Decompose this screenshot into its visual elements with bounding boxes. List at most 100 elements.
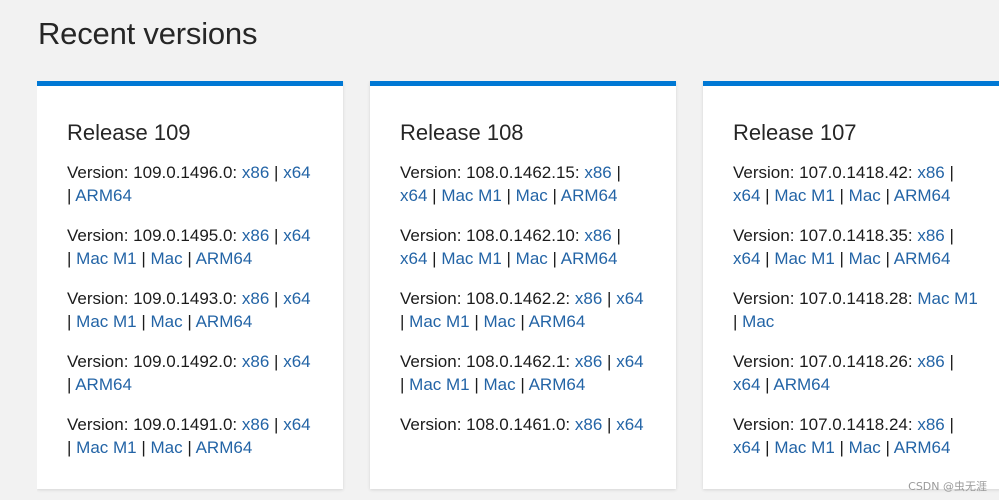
link-separator: | bbox=[141, 249, 146, 268]
link-separator: | bbox=[67, 312, 72, 331]
release-title: Release 109 bbox=[67, 120, 191, 145]
download-link-x64[interactable]: x64 bbox=[616, 352, 643, 371]
download-link-arm64[interactable]: ARM64 bbox=[561, 186, 618, 205]
download-link-arm64[interactable]: ARM64 bbox=[894, 438, 951, 457]
download-link-x86[interactable]: x86 bbox=[917, 163, 944, 182]
download-link-arm64[interactable]: ARM64 bbox=[529, 375, 586, 394]
link-separator: | bbox=[765, 375, 770, 394]
download-link-mac[interactable]: Mac bbox=[516, 249, 548, 268]
download-link-mac[interactable]: Mac bbox=[516, 186, 548, 205]
link-separator: | bbox=[839, 186, 844, 205]
download-link-mac-m1[interactable]: Mac M1 bbox=[76, 438, 136, 457]
download-link-x64[interactable]: x64 bbox=[616, 415, 643, 434]
download-link-arm64[interactable]: ARM64 bbox=[75, 375, 132, 394]
download-link-x64[interactable]: x64 bbox=[616, 289, 643, 308]
version-prefix: Version: bbox=[400, 289, 467, 308]
download-link-x64[interactable]: x64 bbox=[733, 375, 760, 394]
version-prefix: Version: bbox=[733, 163, 800, 182]
version-number: 108.0.1462.1 bbox=[466, 352, 566, 371]
link-separator: | bbox=[839, 249, 844, 268]
release-title: Release 108 bbox=[400, 120, 524, 145]
download-link-x64[interactable]: x64 bbox=[733, 186, 760, 205]
link-separator: | bbox=[949, 415, 954, 434]
download-link-x86[interactable]: x86 bbox=[575, 415, 602, 434]
download-link-arm64[interactable]: ARM64 bbox=[773, 375, 830, 394]
download-link-x64[interactable]: x64 bbox=[733, 249, 760, 268]
download-link-x86[interactable]: x86 bbox=[242, 226, 269, 245]
download-link-arm64[interactable]: ARM64 bbox=[196, 249, 253, 268]
download-link-mac-m1[interactable]: Mac M1 bbox=[774, 186, 834, 205]
link-separator: | bbox=[885, 438, 890, 457]
download-link-mac-m1[interactable]: Mac M1 bbox=[76, 249, 136, 268]
download-link-arm64[interactable]: ARM64 bbox=[894, 186, 951, 205]
link-separator: | bbox=[765, 438, 770, 457]
version-prefix: Version: bbox=[733, 226, 800, 245]
download-link-mac-m1[interactable]: Mac M1 bbox=[774, 249, 834, 268]
link-separator: | bbox=[400, 312, 405, 331]
version-number: 108.0.1462.2 bbox=[466, 289, 566, 308]
release-card-109: Release 109 Version: 109.0.1496.0: x86 |… bbox=[37, 81, 343, 489]
download-link-mac[interactable]: Mac bbox=[849, 186, 881, 205]
download-link-mac[interactable]: Mac bbox=[151, 312, 183, 331]
link-separator: | bbox=[474, 312, 479, 331]
version-prefix: Version: bbox=[67, 289, 134, 308]
download-link-x64[interactable]: x64 bbox=[283, 163, 310, 182]
download-link-x86[interactable]: x86 bbox=[242, 415, 269, 434]
download-link-x86[interactable]: x86 bbox=[917, 415, 944, 434]
download-link-arm64[interactable]: ARM64 bbox=[196, 312, 253, 331]
download-link-mac-m1[interactable]: Mac M1 bbox=[917, 289, 977, 308]
download-link-mac[interactable]: Mac bbox=[151, 438, 183, 457]
download-link-x64[interactable]: x64 bbox=[400, 186, 427, 205]
download-link-mac[interactable]: Mac bbox=[742, 312, 774, 331]
download-link-x64[interactable]: x64 bbox=[283, 226, 310, 245]
release-cards: Release 109 Version: 109.0.1496.0: x86 |… bbox=[37, 81, 999, 500]
download-link-arm64[interactable]: ARM64 bbox=[561, 249, 618, 268]
download-link-x64[interactable]: x64 bbox=[283, 289, 310, 308]
link-separator: | bbox=[274, 352, 279, 371]
download-link-x64[interactable]: x64 bbox=[283, 352, 310, 371]
download-link-arm64[interactable]: ARM64 bbox=[894, 249, 951, 268]
link-separator: | bbox=[607, 289, 612, 308]
download-link-mac[interactable]: Mac bbox=[484, 375, 516, 394]
download-link-mac-m1[interactable]: Mac M1 bbox=[76, 312, 136, 331]
download-link-arm64[interactable]: ARM64 bbox=[529, 312, 586, 331]
download-link-mac[interactable]: Mac bbox=[849, 438, 881, 457]
download-link-x86[interactable]: x86 bbox=[242, 163, 269, 182]
download-link-x86[interactable]: x86 bbox=[584, 163, 611, 182]
download-link-x86[interactable]: x86 bbox=[242, 289, 269, 308]
download-link-x64[interactable]: x64 bbox=[283, 415, 310, 434]
download-link-mac[interactable]: Mac bbox=[849, 249, 881, 268]
download-link-x86[interactable]: x86 bbox=[575, 352, 602, 371]
version-prefix: Version: bbox=[400, 163, 467, 182]
download-link-mac-m1[interactable]: Mac M1 bbox=[774, 438, 834, 457]
download-link-x86[interactable]: x86 bbox=[917, 352, 944, 371]
version-prefix: Version: bbox=[67, 226, 134, 245]
download-link-x86[interactable]: x86 bbox=[242, 352, 269, 371]
version-number: 109.0.1495.0 bbox=[133, 226, 233, 245]
download-link-mac[interactable]: Mac bbox=[151, 249, 183, 268]
download-link-mac-m1[interactable]: Mac M1 bbox=[441, 186, 501, 205]
download-link-mac-m1[interactable]: Mac M1 bbox=[441, 249, 501, 268]
version-prefix: Version: bbox=[67, 352, 134, 371]
download-link-x64[interactable]: x64 bbox=[733, 438, 760, 457]
download-link-mac[interactable]: Mac bbox=[484, 312, 516, 331]
link-separator: | bbox=[839, 438, 844, 457]
download-link-arm64[interactable]: ARM64 bbox=[75, 186, 132, 205]
download-link-x64[interactable]: x64 bbox=[400, 249, 427, 268]
version-number: 109.0.1493.0 bbox=[133, 289, 233, 308]
version-item: Version: 107.0.1418.42: x86 | x64 | Mac … bbox=[733, 163, 954, 205]
download-link-x86[interactable]: x86 bbox=[575, 289, 602, 308]
release-title: Release 107 bbox=[733, 120, 857, 145]
link-separator: | bbox=[506, 249, 511, 268]
download-link-x86[interactable]: x86 bbox=[917, 226, 944, 245]
version-number: 108.0.1462.15 bbox=[466, 163, 575, 182]
link-separator: | bbox=[187, 438, 192, 457]
version-number: 107.0.1418.24 bbox=[799, 415, 908, 434]
download-link-x86[interactable]: x86 bbox=[584, 226, 611, 245]
link-separator: | bbox=[506, 186, 511, 205]
download-link-mac-m1[interactable]: Mac M1 bbox=[409, 312, 469, 331]
link-separator: | bbox=[949, 352, 954, 371]
download-link-arm64[interactable]: ARM64 bbox=[196, 438, 253, 457]
download-link-mac-m1[interactable]: Mac M1 bbox=[409, 375, 469, 394]
link-separator: | bbox=[733, 312, 738, 331]
